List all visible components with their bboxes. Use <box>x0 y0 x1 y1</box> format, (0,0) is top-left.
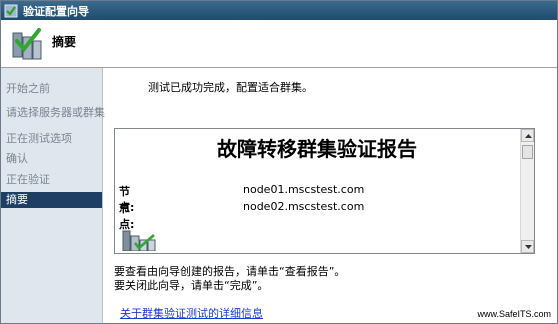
report-scrollbar[interactable] <box>520 129 534 253</box>
page-title: 摘要 <box>52 35 77 49</box>
node-label: 节点: <box>119 202 135 231</box>
watermark: www.SafeITS.com <box>477 309 551 319</box>
report-pane[interactable]: 故障转移群集验证报告 节点: node01.mscstest.com 节点: n… <box>114 128 535 254</box>
node-value: node01.mscstest.com <box>243 183 365 196</box>
wizard-window: 验证配置向导 摘要 开始之前 请选择服务器或群集 正在测试选项 确认 正在验证 … <box>0 0 558 324</box>
title-bar[interactable]: 验证配置向导 <box>1 1 557 20</box>
step-select-servers[interactable]: 请选择服务器或群集 <box>1 105 105 121</box>
close-wizard-hint: 要关闭此向导，请单击“完成”。 <box>114 279 269 292</box>
status-message: 测试已成功完成，配置适合群集。 <box>148 81 313 94</box>
step-summary[interactable]: 摘要 <box>1 192 102 208</box>
step-validating[interactable]: 正在验证 <box>1 172 102 188</box>
scroll-thumb[interactable] <box>522 145 533 159</box>
cluster-validation-icon <box>12 28 42 60</box>
node-value: node02.mscstest.com <box>243 200 365 213</box>
wizard-steps: 开始之前 请选择服务器或群集 正在测试选项 确认 正在验证 摘要 <box>1 68 105 323</box>
scroll-up-arrow-icon[interactable] <box>521 129 534 142</box>
step-confirmation[interactable]: 确认 <box>1 151 102 167</box>
wizard-check-icon <box>4 4 18 17</box>
step-before-you-begin[interactable]: 开始之前 <box>1 81 102 97</box>
validation-tests-info-link[interactable]: 关于群集验证测试的详细信息 <box>120 305 263 321</box>
scroll-down-arrow-icon[interactable] <box>521 240 534 253</box>
wizard-header: 摘要 <box>1 20 557 68</box>
cluster-servers-icon <box>122 230 156 251</box>
report-title: 故障转移群集验证报告 <box>217 137 417 161</box>
step-testing-options[interactable]: 正在测试选项 <box>1 131 102 147</box>
window-title: 验证配置向导 <box>23 4 89 18</box>
